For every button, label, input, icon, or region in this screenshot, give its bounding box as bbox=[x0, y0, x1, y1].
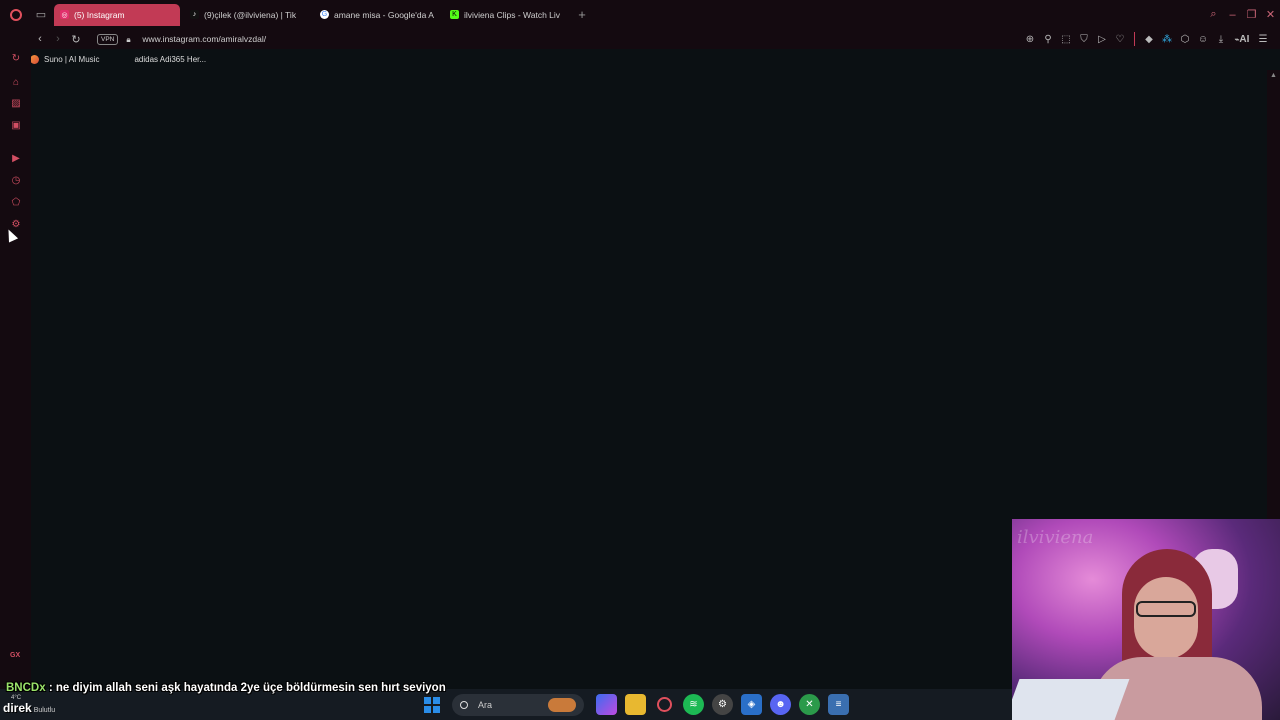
spotify-icon[interactable]: ≋ bbox=[683, 694, 704, 715]
zoom-icon[interactable]: ⊕ bbox=[1021, 34, 1039, 45]
vpn-badge[interactable]: VPN bbox=[97, 33, 119, 45]
tab-instagram[interactable]: ◎ (5) Instagram bbox=[54, 3, 180, 26]
gx-control-icon[interactable]: ⌂ bbox=[10, 77, 22, 89]
url-field[interactable]: www.instagram.com/amiralvzdal/ bbox=[142, 34, 266, 44]
file-explorer-icon[interactable] bbox=[625, 694, 646, 715]
webcam-watermark: ilviviena bbox=[1017, 527, 1094, 548]
twitch-icon[interactable]: ▨ bbox=[10, 98, 22, 110]
forward-button[interactable]: › bbox=[49, 33, 67, 45]
google-icon: G bbox=[320, 10, 329, 19]
bookmark-label: adidas Adi365 Her... bbox=[134, 54, 207, 64]
steam-icon[interactable]: ⚙ bbox=[712, 694, 733, 715]
chat-username: BNCDx bbox=[6, 682, 46, 694]
chat-text: ne diyim allah seni aşk hayatında 2ye üç… bbox=[55, 682, 446, 694]
chat-message: BNCDx : ne diyim allah seni aşk hayatınd… bbox=[6, 682, 446, 694]
search-icon[interactable]: ⌕ bbox=[1204, 8, 1223, 21]
play-icon[interactable]: ▷ bbox=[1093, 34, 1111, 45]
address-bar-row: ‹ › ↻ VPN 🔒︎ www.instagram.com/amiralvzd… bbox=[0, 29, 1280, 49]
weather-main: direk bbox=[3, 701, 32, 715]
bookmarks-bar: Suno | AI Music adidas Adi365 Her... bbox=[30, 51, 228, 67]
extensions-icon[interactable]: ⬠ bbox=[10, 197, 22, 209]
app-icon[interactable]: ◈ bbox=[741, 694, 762, 715]
bookmark-suno[interactable]: Suno | AI Music bbox=[30, 54, 100, 64]
discord-icon[interactable]: ☻ bbox=[770, 694, 791, 715]
gx-label[interactable]: GX bbox=[10, 652, 20, 659]
minimize-button[interactable]: – bbox=[1223, 9, 1242, 21]
puzzle-icon[interactable]: ⬡ bbox=[1176, 34, 1194, 45]
back-button[interactable]: ‹ bbox=[31, 33, 49, 45]
search-placeholder: Ara bbox=[478, 699, 493, 710]
speed-dial-icon[interactable]: ↻ bbox=[10, 53, 22, 65]
scroll-up-icon[interactable]: ▲ bbox=[1267, 72, 1280, 79]
xbox-icon[interactable]: ✕ bbox=[799, 694, 820, 715]
tiktok-icon: ♪ bbox=[190, 10, 199, 19]
instagram-icon: ◎ bbox=[60, 10, 69, 19]
lock-icon[interactable]: 🔒︎ bbox=[126, 35, 135, 44]
tab-strip: ▭ ◎ (5) Instagram ♪ (9)çilek (@ilviviena… bbox=[0, 0, 1280, 29]
heart-icon[interactable]: ♡ bbox=[1111, 34, 1129, 45]
messenger-icon[interactable]: ▣ bbox=[10, 120, 22, 132]
taskbar-apps: Ara ≋ ⚙ ◈ ☻ ✕ ≡ bbox=[424, 689, 853, 720]
weather-widget[interactable]: 4°C direk Bulutlu bbox=[3, 695, 56, 715]
menu-icon[interactable]: ☰ bbox=[1254, 34, 1272, 45]
notepad-icon[interactable]: ≡ bbox=[828, 694, 849, 715]
search-highlight-icon bbox=[548, 697, 576, 712]
screen: ▭ ◎ (5) Instagram ♪ (9)çilek (@ilviviena… bbox=[0, 0, 1280, 720]
opera-menu-button[interactable] bbox=[0, 0, 32, 29]
ai-label: AI bbox=[1239, 33, 1250, 45]
opera-logo-icon bbox=[10, 8, 22, 21]
weather-temp: 4°C bbox=[11, 695, 22, 701]
history-icon[interactable]: ◷ bbox=[10, 175, 22, 187]
glasses-image bbox=[1136, 601, 1196, 617]
reload-button[interactable]: ↻ bbox=[67, 33, 85, 46]
kick-icon: K bbox=[450, 10, 459, 19]
profile-icon[interactable]: ☺ bbox=[1194, 34, 1212, 45]
opera-gx-icon[interactable] bbox=[657, 697, 672, 712]
close-button[interactable]: ✕ bbox=[1261, 8, 1280, 21]
restore-button[interactable]: ❐ bbox=[1242, 8, 1261, 21]
download-icon[interactable]: ⤓ bbox=[1212, 34, 1230, 45]
snapshot-icon[interactable]: ⬚ bbox=[1057, 34, 1075, 45]
tab-google[interactable]: G amane misa - Google'da A bbox=[314, 4, 440, 26]
webcam-overlay: ilviviena bbox=[1012, 519, 1280, 720]
tab-label: (9)çilek (@ilviviena) | Tik bbox=[204, 9, 297, 20]
player-icon[interactable]: ▶ bbox=[10, 153, 22, 165]
tab-kick[interactable]: K ilviviena Clips - Watch Liv bbox=[444, 4, 570, 26]
taskbar-search[interactable]: Ara bbox=[452, 693, 584, 716]
weather-condition: Bulutlu bbox=[33, 707, 56, 714]
search-icon bbox=[460, 700, 468, 709]
suno-icon bbox=[30, 54, 39, 64]
copilot-icon[interactable] bbox=[596, 694, 617, 715]
toolbar-icons: ⊕ ⚲ ⬚ ⛉ ▷ ♡ ◆ ⁂ ⬡ ☺ ⤓ ⌁AI ☰ bbox=[1021, 29, 1272, 49]
tab-label: amane misa - Google'da A bbox=[334, 9, 434, 20]
tab-label: ilviviena Clips - Watch Liv bbox=[464, 9, 561, 20]
new-tab-button[interactable]: + bbox=[574, 7, 590, 22]
pin-icon[interactable]: ⚲ bbox=[1039, 34, 1057, 45]
bookmark-label: Suno | AI Music bbox=[44, 54, 100, 64]
translate-icon[interactable]: ⁂ bbox=[1158, 34, 1176, 45]
extension-icon[interactable]: ◆ bbox=[1140, 34, 1158, 45]
toolbar-divider bbox=[1134, 32, 1135, 46]
tab-label: (5) Instagram bbox=[74, 9, 125, 20]
keyboard-image bbox=[1012, 679, 1130, 720]
streamer-face bbox=[1134, 577, 1198, 659]
windows-start-icon[interactable] bbox=[424, 696, 440, 713]
chat-separator: : bbox=[45, 682, 56, 694]
sidebar: ↻ ⌂ ▨ ▣ ▶ ◷ ⬠ ⚙ GX bbox=[0, 49, 31, 689]
tab-tiktok[interactable]: ♪ (9)çilek (@ilviviena) | Tik bbox=[184, 4, 310, 26]
window-controls: ⌕ – ❐ ✕ bbox=[1204, 0, 1280, 29]
tab-search-icon[interactable]: ▭ bbox=[32, 0, 50, 29]
bookmark-adidas[interactable]: adidas Adi365 Her... bbox=[121, 55, 206, 64]
shield-icon[interactable]: ⛉ bbox=[1075, 34, 1093, 45]
ai-button[interactable]: ⌁AI bbox=[1230, 34, 1254, 45]
